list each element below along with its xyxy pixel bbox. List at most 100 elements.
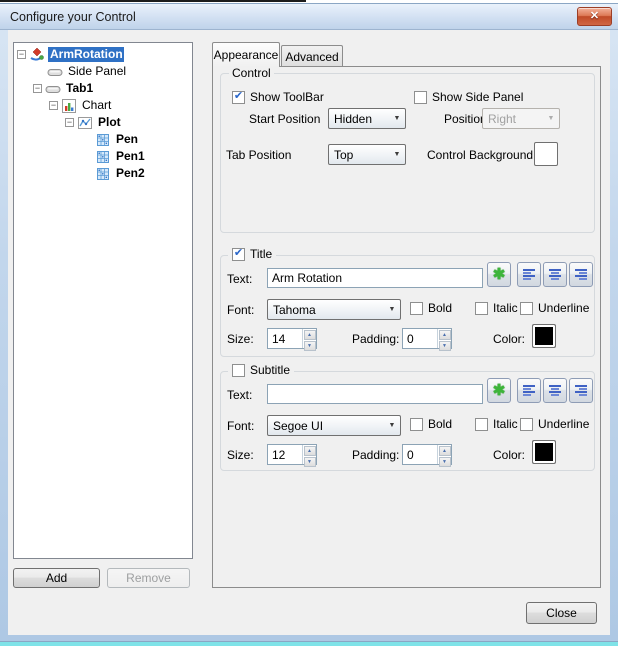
spin-up-icon[interactable]: ▲: [439, 446, 451, 456]
spin-down-icon[interactable]: ▼: [304, 341, 316, 351]
tree-item-plot[interactable]: − Plot: [14, 114, 192, 131]
tab-appearance[interactable]: Appearance: [212, 42, 280, 67]
pen-grid-icon: [95, 149, 111, 165]
close-button[interactable]: Close: [526, 602, 597, 624]
spin-up-icon[interactable]: ▲: [304, 446, 316, 456]
collapse-toggle-icon[interactable]: −: [65, 118, 74, 127]
align-left-icon: [522, 384, 536, 397]
subtitle-checkbox[interactable]: [232, 364, 245, 377]
align-right-icon: [574, 268, 588, 281]
subtitle-italic-label: Italic: [493, 417, 518, 431]
title-padding-stepper[interactable]: 0 ▲ ▼: [402, 328, 452, 349]
subtitle-text-input[interactable]: [267, 384, 483, 404]
show-toolbar-label: Show ToolBar: [250, 90, 324, 104]
tree-item-label: Pen2: [114, 166, 147, 181]
subtitle-underline-checkbox[interactable]: [520, 418, 533, 431]
start-position-label: Start Position: [249, 112, 320, 126]
position-label: Position: [444, 112, 487, 126]
subtitle-group-legend: Subtitle: [250, 363, 290, 377]
spin-up-icon[interactable]: ▲: [439, 330, 451, 340]
collapse-toggle-icon[interactable]: −: [33, 84, 42, 93]
subtitle-underline-label: Underline: [538, 417, 589, 431]
align-center-icon: [548, 268, 562, 281]
dialog-client-area: − ArmRotation Side Panel: [8, 30, 610, 635]
title-text-label: Text:: [227, 272, 252, 286]
appearance-tab-page: Control ✔ Show ToolBar Show Side Panel S…: [212, 66, 601, 588]
titlebar-close-button[interactable]: ✕: [577, 7, 612, 26]
start-position-select[interactable]: Hidden ▼: [328, 108, 406, 129]
tree-item-pen2[interactable]: Pen2: [14, 165, 192, 182]
position-select[interactable]: Right ▼: [482, 108, 560, 129]
subtitle-align-center-button[interactable]: [543, 378, 567, 403]
tree-item-chart[interactable]: − Chart: [14, 97, 192, 114]
subtitle-format-button[interactable]: ✱: [487, 378, 511, 403]
show-side-panel-checkbox[interactable]: [414, 91, 427, 104]
title-align-left-button[interactable]: [517, 262, 541, 287]
pen-grid-icon: [95, 166, 111, 182]
tree-item-label: Tab1: [64, 81, 95, 96]
title-size-stepper[interactable]: 14 ▲ ▼: [267, 328, 317, 349]
tab-advanced[interactable]: Advanced: [281, 45, 343, 67]
tree-item-label: Plot: [96, 115, 123, 130]
tab-position-select[interactable]: Top ▼: [328, 144, 406, 165]
side-panel-icon: [47, 64, 63, 80]
spin-down-icon[interactable]: ▼: [439, 457, 451, 467]
title-text-input[interactable]: [267, 268, 483, 288]
title-color-swatch[interactable]: [532, 324, 556, 348]
tree-item-tab1[interactable]: − Tab1: [14, 80, 192, 97]
subtitle-size-stepper[interactable]: 12 ▲ ▼: [267, 444, 317, 465]
tree-item-pen[interactable]: Pen: [14, 131, 192, 148]
chart-icon: [61, 98, 77, 114]
title-font-select[interactable]: Tahoma ▼: [267, 299, 401, 320]
title-checkbox[interactable]: ✔: [232, 248, 245, 261]
show-toolbar-checkbox[interactable]: ✔: [232, 91, 245, 104]
subtitle-padding-label: Padding:: [352, 448, 399, 462]
control-group-legend: Control: [229, 66, 274, 80]
title-bold-checkbox[interactable]: [410, 302, 423, 315]
title-align-right-button[interactable]: [569, 262, 593, 287]
gear-icon: ✱: [493, 267, 506, 282]
control-group: Control ✔ Show ToolBar Show Side Panel S…: [220, 73, 595, 233]
spin-down-icon[interactable]: ▼: [304, 457, 316, 467]
subtitle-align-right-button[interactable]: [569, 378, 593, 403]
title-group-legend: Title: [250, 247, 272, 261]
tree-item-label: Pen: [114, 132, 140, 147]
subtitle-font-select[interactable]: Segoe UI ▼: [267, 415, 401, 436]
title-format-button[interactable]: ✱: [487, 262, 511, 287]
tree-item-side-panel[interactable]: Side Panel: [14, 63, 192, 80]
subtitle-size-label: Size:: [227, 448, 254, 462]
collapse-toggle-icon[interactable]: −: [49, 101, 58, 110]
tree-item-label: Chart: [80, 98, 113, 113]
chevron-down-icon: ▼: [384, 306, 400, 313]
add-button[interactable]: Add: [13, 568, 100, 588]
subtitle-bold-label: Bold: [428, 417, 452, 431]
tree-item-pen1[interactable]: Pen1: [14, 148, 192, 165]
title-size-label: Size:: [227, 332, 254, 346]
title-padding-label: Padding:: [352, 332, 399, 346]
subtitle-bold-checkbox[interactable]: [410, 418, 423, 431]
chevron-down-icon: ▼: [384, 422, 400, 429]
title-italic-checkbox[interactable]: [475, 302, 488, 315]
collapse-toggle-icon[interactable]: −: [17, 50, 26, 59]
subtitle-group: Subtitle Text: ✱: [220, 371, 595, 471]
subtitle-padding-stepper[interactable]: 0 ▲ ▼: [402, 444, 452, 465]
remove-button[interactable]: Remove: [107, 568, 190, 588]
tree-item-label: Side Panel: [66, 64, 128, 79]
title-align-center-button[interactable]: [543, 262, 567, 287]
background-edge-line: [0, 0, 306, 2]
control-tree[interactable]: − ArmRotation Side Panel: [13, 42, 193, 559]
spin-down-icon[interactable]: ▼: [439, 341, 451, 351]
control-background-swatch[interactable]: [534, 142, 558, 166]
title-bold-label: Bold: [428, 301, 452, 315]
title-font-label: Font:: [227, 303, 254, 317]
subtitle-italic-checkbox[interactable]: [475, 418, 488, 431]
title-underline-checkbox[interactable]: [520, 302, 533, 315]
tree-item-label: Pen1: [114, 149, 147, 164]
tree-item-armrotation[interactable]: − ArmRotation: [14, 46, 192, 63]
subtitle-color-swatch[interactable]: [532, 440, 556, 464]
spin-up-icon[interactable]: ▲: [304, 330, 316, 340]
titlebar[interactable]: Configure your Control ✕: [0, 4, 618, 30]
subtitle-align-left-button[interactable]: [517, 378, 541, 403]
configure-control-dialog: Configure your Control ✕ − ArmRotation: [0, 4, 618, 641]
pen-grid-icon: [95, 132, 111, 148]
